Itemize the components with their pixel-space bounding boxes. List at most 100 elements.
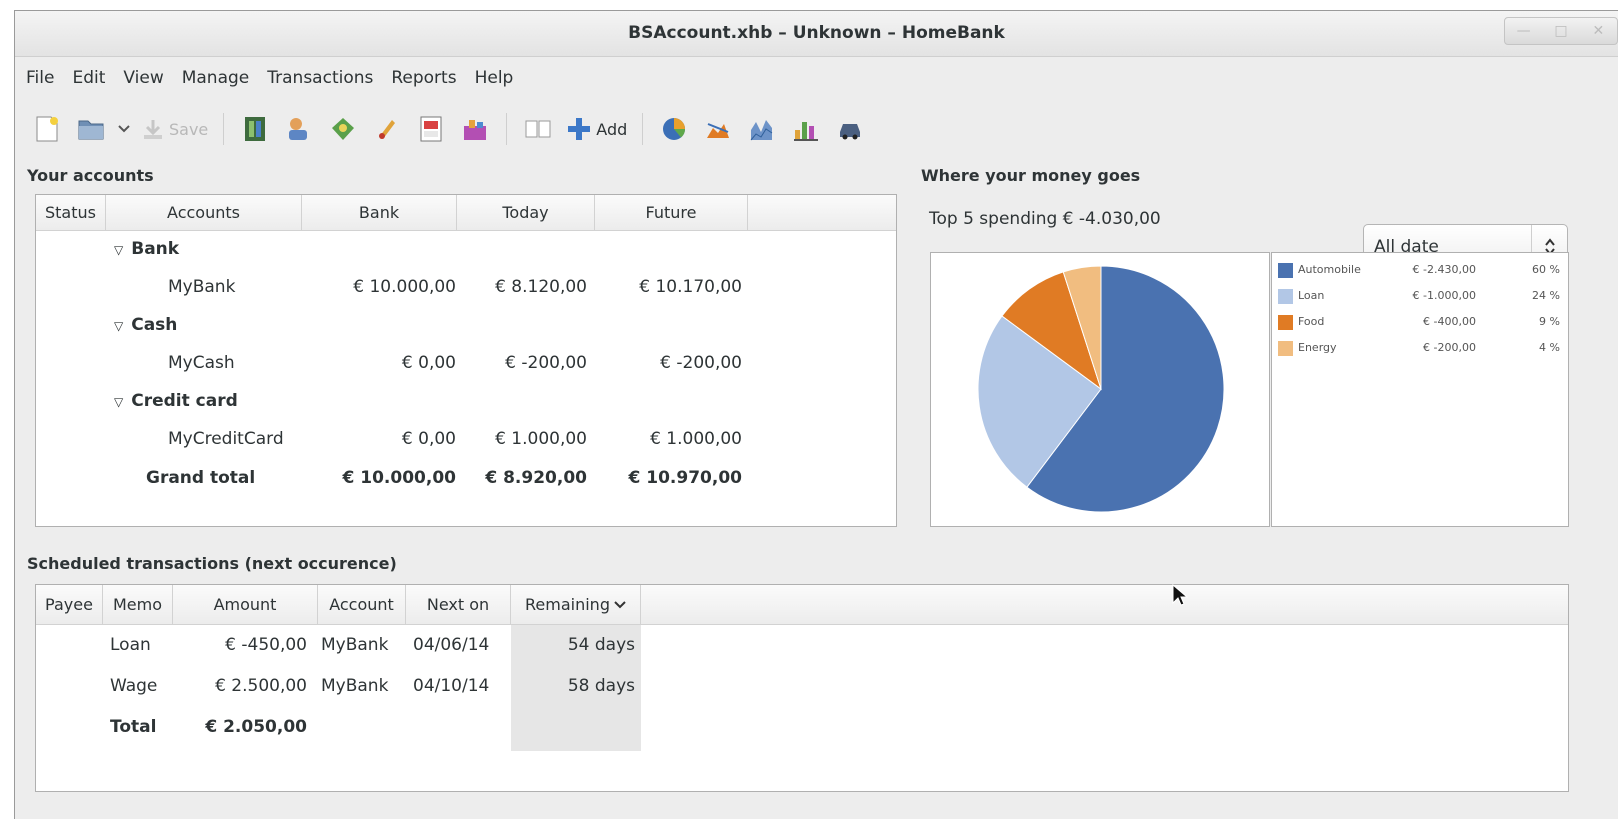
legend-name: Food bbox=[1298, 315, 1325, 328]
new-file-icon[interactable] bbox=[32, 114, 62, 144]
group-name: Bank bbox=[131, 239, 180, 259]
open-folder-icon[interactable] bbox=[76, 114, 106, 144]
schedule-total-label: Total bbox=[110, 717, 157, 737]
column-remaining[interactable]: Remaining bbox=[511, 585, 641, 624]
save-label: Save bbox=[169, 119, 209, 139]
column-future[interactable]: Future bbox=[595, 195, 748, 230]
budget-icon[interactable] bbox=[416, 114, 446, 144]
toolbar-separator bbox=[642, 113, 644, 145]
column-account[interactable]: Account bbox=[318, 585, 406, 624]
legend-amount: € -2.430,00 bbox=[1412, 263, 1476, 276]
legend-name: Loan bbox=[1298, 289, 1325, 302]
homebank-window: BSAccount.xhb – Unknown – HomeBank — □ ✕… bbox=[14, 10, 1618, 819]
column-amount[interactable]: Amount bbox=[173, 585, 318, 624]
group-row-credit-card[interactable]: ▽ Credit card bbox=[114, 391, 238, 411]
column-status[interactable]: Status bbox=[36, 195, 106, 230]
account-bank-balance: € 0,00 bbox=[401, 353, 456, 373]
column-filler bbox=[641, 585, 1568, 624]
chart-legend: Automobile € -2.430,00 60 % Loan € -1.00… bbox=[1271, 252, 1569, 527]
schedule-memo[interactable]: Wage bbox=[110, 676, 157, 696]
account-today-balance: € 8.120,00 bbox=[495, 277, 587, 297]
open-register-icon[interactable] bbox=[523, 114, 553, 144]
vehicle-cost-icon[interactable] bbox=[835, 114, 865, 144]
chevron-down-icon[interactable] bbox=[117, 114, 131, 144]
budget-report-icon[interactable] bbox=[703, 114, 733, 144]
legend-swatch bbox=[1278, 263, 1293, 278]
expander-triangle-icon[interactable]: ▽ bbox=[114, 319, 123, 333]
accounts-table[interactable]: Status Accounts Bank Today Future ▽ Bank … bbox=[35, 194, 897, 527]
balance-report-icon[interactable] bbox=[747, 114, 777, 144]
close-icon[interactable]: ✕ bbox=[1580, 18, 1617, 44]
window-title: BSAccount.xhb – Unknown – HomeBank bbox=[628, 23, 1005, 43]
top-spending-summary: Top 5 spending € -4.030,00 bbox=[929, 209, 1161, 229]
group-name: Credit card bbox=[131, 391, 238, 411]
group-row-cash[interactable]: ▽ Cash bbox=[114, 315, 177, 335]
account-name[interactable]: MyCash bbox=[168, 353, 235, 373]
menu-manage[interactable]: Manage bbox=[173, 68, 259, 88]
legend-swatch bbox=[1278, 289, 1293, 304]
accounts-icon[interactable] bbox=[240, 114, 270, 144]
spending-pie-chart[interactable] bbox=[931, 253, 1269, 526]
accounts-table-header: Status Accounts Bank Today Future bbox=[36, 195, 896, 231]
menu-file[interactable]: File bbox=[17, 68, 63, 88]
add-transaction-button[interactable]: Add bbox=[566, 116, 627, 142]
column-payee[interactable]: Payee bbox=[36, 585, 103, 624]
column-next-on[interactable]: Next on bbox=[406, 585, 511, 624]
archives-icon[interactable] bbox=[372, 114, 402, 144]
legend-item[interactable]: Food € -400,00 9 % bbox=[1272, 311, 1568, 335]
scheduled-section-title: Scheduled transactions (next occurence) bbox=[27, 554, 397, 573]
schedule-total-amount: € 2.050,00 bbox=[205, 717, 307, 737]
schedule-next-on: 04/10/14 bbox=[413, 676, 490, 696]
scheduled-table[interactable]: Payee Memo Amount Account Next on Remain… bbox=[35, 584, 1569, 792]
account-name[interactable]: MyCreditCard bbox=[168, 429, 284, 449]
menu-view[interactable]: View bbox=[114, 68, 172, 88]
pie-chart-area bbox=[930, 252, 1270, 527]
save-button[interactable]: Save bbox=[141, 117, 208, 141]
menu-edit[interactable]: Edit bbox=[63, 68, 114, 88]
account-today-balance: € -200,00 bbox=[505, 353, 587, 373]
maximize-icon[interactable]: □ bbox=[1542, 18, 1579, 44]
mouse-pointer-icon bbox=[1172, 584, 1188, 606]
group-name: Cash bbox=[131, 315, 178, 335]
menu-reports[interactable]: Reports bbox=[382, 68, 465, 88]
schedule-amount: € -450,00 bbox=[225, 635, 307, 655]
categories-icon[interactable] bbox=[328, 114, 358, 144]
plus-icon bbox=[568, 118, 591, 140]
group-row-bank[interactable]: ▽ Bank bbox=[114, 239, 179, 259]
title-bar[interactable]: BSAccount.xhb – Unknown – HomeBank — □ ✕ bbox=[15, 11, 1618, 57]
sort-chevron-icon bbox=[614, 600, 626, 608]
legend-item[interactable]: Energy € -200,00 4 % bbox=[1272, 337, 1568, 361]
menu-transactions[interactable]: Transactions bbox=[258, 68, 382, 88]
column-accounts[interactable]: Accounts bbox=[106, 195, 302, 230]
legend-name: Automobile bbox=[1298, 263, 1361, 276]
accounts-section-title: Your accounts bbox=[27, 166, 154, 185]
legend-item[interactable]: Loan € -1.000,00 24 % bbox=[1272, 285, 1568, 309]
spending-section-title: Where your money goes bbox=[921, 166, 1141, 185]
grand-total-label: Grand total bbox=[146, 468, 256, 488]
account-bank-balance: € 10.000,00 bbox=[353, 277, 456, 297]
payees-icon[interactable] bbox=[284, 114, 314, 144]
assign-icon[interactable] bbox=[460, 114, 490, 144]
account-name[interactable]: MyBank bbox=[168, 277, 235, 297]
legend-item[interactable]: Automobile € -2.430,00 60 % bbox=[1272, 259, 1568, 283]
column-filler bbox=[748, 195, 896, 230]
column-memo[interactable]: Memo bbox=[103, 585, 173, 624]
legend-percent: 4 % bbox=[1539, 341, 1560, 354]
expander-triangle-icon[interactable]: ▽ bbox=[114, 243, 123, 257]
menu-help[interactable]: Help bbox=[466, 68, 523, 88]
scheduled-table-header: Payee Memo Amount Account Next on Remain… bbox=[36, 585, 1568, 625]
column-today[interactable]: Today bbox=[457, 195, 595, 230]
column-bank[interactable]: Bank bbox=[302, 195, 457, 230]
account-future-balance: € 10.170,00 bbox=[639, 277, 742, 297]
trend-report-icon[interactable] bbox=[791, 114, 821, 144]
legend-amount: € -400,00 bbox=[1423, 315, 1476, 328]
grand-total-bank: € 10.000,00 bbox=[342, 468, 456, 488]
toolbar-separator bbox=[506, 113, 508, 145]
schedule-memo[interactable]: Loan bbox=[110, 635, 151, 655]
toolbar-separator bbox=[223, 113, 225, 145]
grand-total-future: € 10.970,00 bbox=[628, 468, 742, 488]
legend-swatch bbox=[1278, 341, 1293, 356]
statistics-report-icon[interactable] bbox=[659, 114, 689, 144]
expander-triangle-icon[interactable]: ▽ bbox=[114, 395, 123, 409]
minimize-icon[interactable]: — bbox=[1505, 18, 1542, 44]
